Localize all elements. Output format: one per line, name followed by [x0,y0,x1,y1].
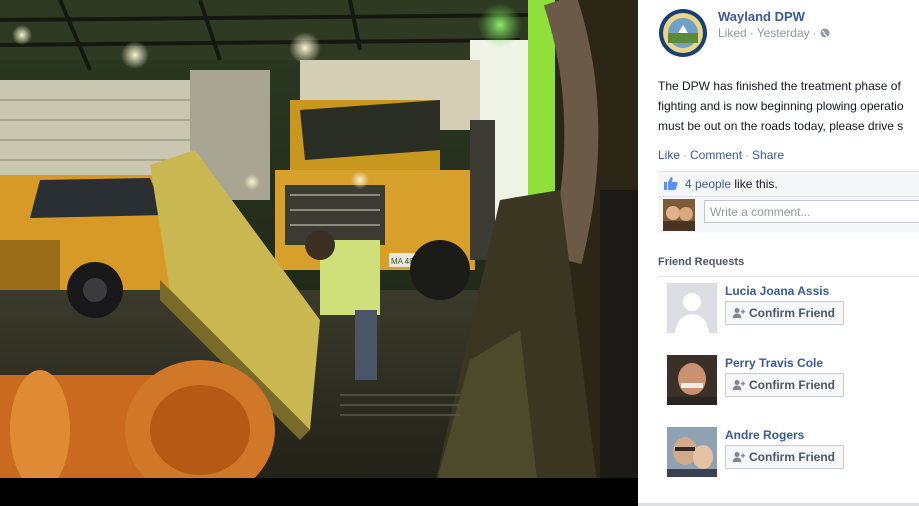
share-link[interactable]: Share [752,148,784,162]
friend-request-name[interactable]: Lucia Joana Assis [725,284,829,298]
town-seal-logo [659,9,707,57]
garage-scene-image: MA 487 [0,0,638,506]
like-link[interactable]: Like [658,148,680,162]
avatar[interactable] [667,427,717,477]
friend-requests-heading: Friend Requests [658,256,745,268]
thumbs-up-icon [663,175,679,191]
profile-photo [667,427,717,477]
divider [658,276,919,277]
post-side-panel: Wayland DPW Liked · Yesterday · The DPW has… [638,0,919,506]
confirm-friend-button[interactable]: Confirm Friend [725,445,844,469]
page-name-link[interactable]: Wayland DPW [718,9,805,24]
post-photo[interactable]: MA 487 [0,0,638,506]
avatar[interactable] [667,283,717,333]
post-text-line: must be out on the roads today, please d… [658,119,904,133]
friend-request-item: Perry Travis Cole Confirm Friend [667,355,919,405]
likes-summary: 4 people like this. [663,175,778,191]
page-avatar[interactable] [658,8,708,58]
profile-photo [667,355,717,405]
confirm-friend-button[interactable]: Confirm Friend [725,373,844,397]
post-text-line: fighting and is now beginning plowing op… [658,99,904,113]
confirm-friend-label: Confirm Friend [749,306,835,320]
avatar[interactable] [667,355,717,405]
liked-status[interactable]: Liked [718,26,747,40]
comment-input[interactable] [704,200,919,223]
confirm-friend-label: Confirm Friend [749,378,835,392]
confirm-friend-button[interactable]: Confirm Friend [725,301,844,325]
commenter-avatar [663,199,695,231]
default-profile-silhouette-icon [667,283,717,333]
likes-count-link[interactable]: 4 people [685,177,731,191]
post-text-line: The DPW has finished the treatment phase… [658,79,901,93]
post-timestamp[interactable]: Yesterday [757,26,810,40]
friend-request-item: Andre Rogers Confirm Friend [667,427,919,477]
friend-request-item: Lucia Joana Assis Confirm Friend [667,283,919,333]
friend-request-name[interactable]: Perry Travis Cole [725,356,823,370]
comment-link[interactable]: Comment [690,148,742,162]
add-friend-icon [732,379,745,391]
add-friend-icon [732,307,745,319]
add-friend-icon [732,451,745,463]
globe-icon[interactable] [820,27,830,38]
likes-comments-box: 4 people like this. [658,171,919,233]
likes-suffix: like this. [731,177,778,191]
post-text: The DPW has finished the treatment phase… [658,76,919,136]
divider [658,196,919,197]
friend-request-name[interactable]: Andre Rogers [725,428,804,442]
confirm-friend-label: Confirm Friend [749,450,835,464]
post-actions: Like · Comment · Share [658,148,785,162]
post-meta: Liked · Yesterday · [718,26,830,40]
